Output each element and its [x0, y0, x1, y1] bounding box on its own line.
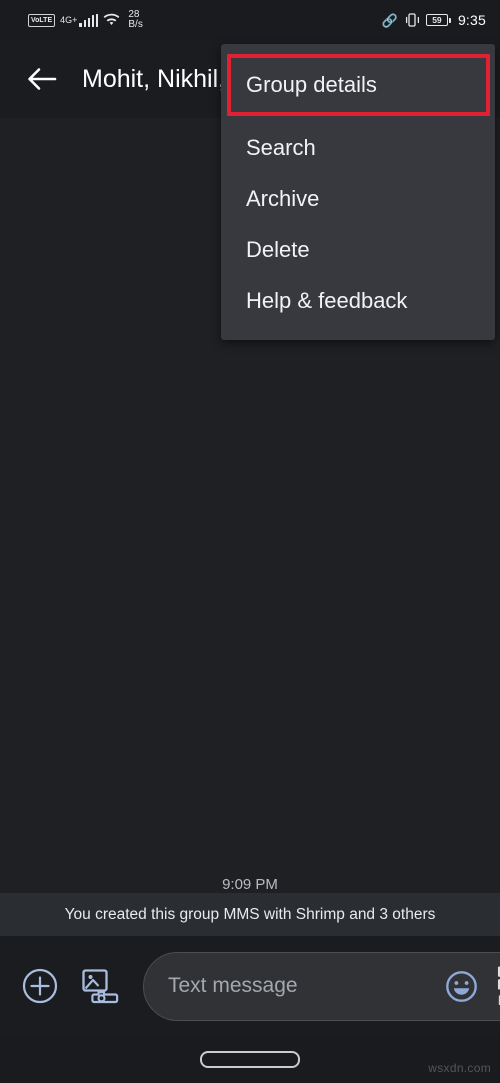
emoji-button[interactable] — [439, 964, 483, 1008]
status-bar-clock: 9:35 — [457, 12, 486, 28]
overflow-menu: Group details Search Archive Delete Help… — [221, 44, 495, 340]
menu-item-label: Delete — [246, 236, 310, 262]
plus-circle-icon — [22, 968, 58, 1004]
menu-item-label: Search — [246, 134, 316, 160]
network-type-label: 4G+ — [60, 15, 78, 25]
battery-icon: 59 — [425, 14, 451, 26]
status-bar-left: VoLTE 4G+ 28 B/s — [28, 10, 143, 30]
menu-item-label: Help & feedback — [246, 287, 408, 313]
volte-icon: VoLTE — [28, 13, 56, 27]
send-arrow-icon — [497, 966, 500, 990]
data-speed-unit: B/s — [128, 19, 143, 30]
data-speed-indicator: 28 B/s — [128, 10, 142, 30]
message-input-container[interactable]: MMS — [143, 951, 500, 1021]
message-timestamp: 9:09 PM — [222, 876, 278, 893]
message-composer: MMS — [0, 936, 500, 1036]
menu-item-delete[interactable]: Delete — [221, 224, 495, 275]
menu-item-search[interactable]: Search — [221, 122, 495, 173]
menu-item-group-details[interactable]: Group details — [227, 54, 490, 116]
status-bar-right: 🔗 59 9:35 — [382, 12, 486, 28]
menu-item-help-and-feedback[interactable]: Help & feedback — [221, 275, 495, 326]
battery-level-label: 59 — [425, 14, 448, 26]
menu-item-archive[interactable]: Archive — [221, 173, 495, 224]
send-button[interactable]: MMS — [483, 964, 500, 1008]
message-input[interactable] — [168, 974, 439, 998]
page-title: Mohit, Nikhil, — [82, 64, 226, 93]
battery-tip — [448, 17, 451, 23]
vibrate-icon — [405, 13, 419, 27]
bluetooth-icon: 🔗 — [381, 12, 398, 28]
gallery-button[interactable] — [78, 964, 122, 1008]
emoji-smiley-icon — [445, 970, 477, 1002]
menu-item-label: Archive — [246, 185, 320, 211]
status-bar: VoLTE 4G+ 28 B/s 🔗 59 9:35 — [0, 0, 500, 40]
phone-screen: VoLTE 4G+ 28 B/s 🔗 59 9:35 Mohit, Nikhil… — [0, 0, 500, 1083]
back-button[interactable] — [14, 51, 70, 107]
menu-item-label: Group details — [246, 72, 377, 97]
system-navigation-bar — [0, 1036, 500, 1083]
signal-strength-icon — [79, 13, 99, 27]
attach-button[interactable] — [18, 964, 62, 1008]
gallery-camera-icon — [82, 969, 119, 1004]
wifi-icon — [104, 13, 120, 26]
system-message-banner: You created this group MMS with Shrimp a… — [0, 893, 500, 936]
back-arrow-icon — [28, 68, 57, 90]
home-gesture-pill[interactable] — [200, 1051, 300, 1068]
watermark-label: wsxdn.com — [428, 1061, 491, 1075]
